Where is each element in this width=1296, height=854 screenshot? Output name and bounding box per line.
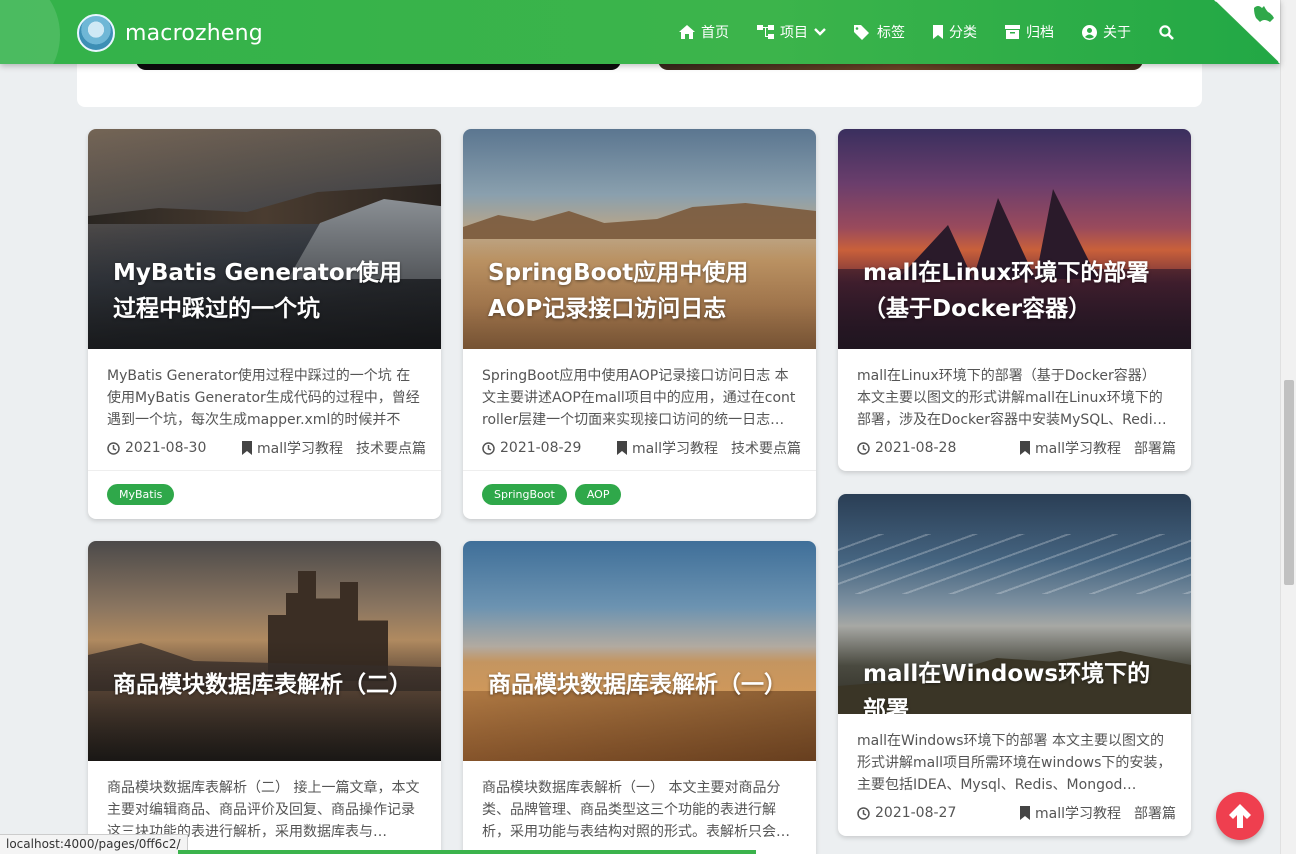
tag-chip[interactable]: SpringBoot	[482, 484, 567, 505]
article-summary: MyBatis Generator使用过程中踩过的一个坑 在使用MyBatis …	[107, 368, 420, 428]
tags-icon	[854, 24, 869, 40]
home-icon	[679, 25, 695, 39]
article-date: 2021-08-30	[125, 440, 207, 456]
nav-archives-label: 归档	[1026, 25, 1054, 41]
navbar: macrozheng 首页 项目 标签 分类 归档 关于	[0, 0, 1280, 64]
article-cover-image[interactable]: 商品模块数据库表解析（一）	[463, 541, 816, 761]
tag-chip[interactable]: MyBatis	[107, 484, 175, 505]
sitemap-icon	[757, 25, 774, 39]
nav-archives[interactable]: 归档	[991, 0, 1068, 64]
user-circle-icon	[1082, 24, 1097, 40]
clock-icon	[482, 441, 495, 455]
article-summary: mall在Linux环境下的部署（基于Docker容器） 本文主要以图文的形式讲…	[857, 368, 1167, 428]
article-tags: MyBatis	[88, 470, 441, 519]
article-category[interactable]: mall学习教程	[1035, 803, 1121, 823]
status-bar-url: localhost:4000/pages/0ff6c2/	[0, 834, 188, 854]
bookmark-icon	[242, 441, 252, 455]
chevron-down-icon	[814, 28, 826, 36]
clock-icon	[857, 806, 870, 820]
nav-about[interactable]: 关于	[1068, 0, 1145, 64]
scrollbar-thumb[interactable]	[1284, 380, 1294, 585]
page-load-progress	[178, 850, 756, 854]
article-category[interactable]: mall学习教程	[257, 438, 343, 458]
brand-name: macrozheng	[125, 20, 263, 46]
article-meta: 2021-08-28 mall学习教程 部署篇	[857, 436, 1176, 460]
article-title[interactable]: MyBatis Generator使用过程中踩过的一个坑	[113, 255, 416, 327]
article-card[interactable]: 商品模块数据库表解析（一） 商品模块数据库表解析（一） 本文主要对商品分类、品牌…	[463, 541, 816, 854]
article-cover-image[interactable]: 商品模块数据库表解析（二）	[88, 541, 441, 761]
article-card[interactable]: SpringBoot应用中使用AOP记录接口访问日志 SpringBoot应用中…	[463, 129, 816, 519]
article-title[interactable]: 商品模块数据库表解析（一）	[488, 667, 791, 703]
article-category[interactable]: mall学习教程	[1035, 438, 1121, 458]
article-subcategory[interactable]: 技术要点篇	[356, 438, 426, 458]
article-category[interactable]: mall学习教程	[632, 438, 718, 458]
article-summary: 商品模块数据库表解析（一） 本文主要对商品分类、品牌管理、商品类型这三个功能的表…	[482, 780, 790, 840]
nav-categories[interactable]: 分类	[919, 0, 991, 64]
article-subcategory[interactable]: 技术要点篇	[731, 438, 801, 458]
bookmark-icon	[617, 441, 627, 455]
article-cover-image[interactable]: MyBatis Generator使用过程中踩过的一个坑	[88, 129, 441, 349]
nav-home-label: 首页	[701, 25, 729, 41]
archive-icon	[1005, 25, 1020, 39]
nav-tags[interactable]: 标签	[840, 0, 919, 64]
article-title[interactable]: SpringBoot应用中使用AOP记录接口访问日志	[488, 255, 791, 327]
bookmark-icon	[1020, 441, 1030, 455]
article-subcategory[interactable]: 部署篇	[1134, 803, 1176, 823]
article-subcategory[interactable]: 部署篇	[1134, 438, 1176, 458]
bookmark-icon	[933, 25, 943, 39]
back-to-top-button[interactable]	[1216, 792, 1264, 840]
article-date: 2021-08-28	[875, 440, 957, 456]
tag-chip[interactable]: AOP	[574, 484, 622, 505]
nav-projects-label: 项目	[780, 25, 808, 41]
article-summary: SpringBoot应用中使用AOP记录接口访问日志 本文主要讲述AOP在mal…	[482, 368, 796, 428]
article-meta: 2021-08-30 mall学习教程 技术要点篇	[107, 436, 426, 460]
arrow-up-icon	[1229, 804, 1251, 828]
article-tags: SpringBoot AOP	[463, 470, 816, 519]
nav-tags-label: 标签	[877, 25, 905, 41]
clock-icon	[857, 441, 870, 455]
article-cover-image[interactable]: SpringBoot应用中使用AOP记录接口访问日志	[463, 129, 816, 349]
article-card[interactable]: mall在Windows环境下的部署 mall在Windows环境下的部署 本文…	[838, 494, 1191, 836]
article-meta: 2021-08-29 mall学习教程 技术要点篇	[482, 436, 801, 460]
main-nav: 首页 项目 标签 分类 归档 关于	[665, 0, 1188, 64]
article-cover-image[interactable]: mall在Windows环境下的部署	[838, 494, 1191, 714]
nav-projects[interactable]: 项目	[743, 0, 840, 64]
article-cover-image[interactable]: mall在Linux环境下的部署（基于Docker容器）	[838, 129, 1191, 349]
nav-home[interactable]: 首页	[665, 0, 743, 64]
search-button[interactable]	[1145, 0, 1188, 64]
nav-categories-label: 分类	[949, 25, 977, 41]
navbar-decoration	[0, 0, 60, 64]
article-title[interactable]: mall在Linux环境下的部署（基于Docker容器）	[863, 255, 1166, 327]
article-card[interactable]: MyBatis Generator使用过程中踩过的一个坑 MyBatis Gen…	[88, 129, 441, 519]
article-date: 2021-08-29	[500, 440, 582, 456]
clock-icon	[107, 441, 120, 455]
brand-link[interactable]: macrozheng	[77, 14, 263, 52]
page-scrollbar[interactable]	[1280, 0, 1296, 854]
article-summary: mall在Windows环境下的部署 本文主要以图文的形式讲解mall项目所需环…	[857, 733, 1172, 793]
article-card[interactable]: mall在Linux环境下的部署（基于Docker容器） mall在Linux环…	[838, 129, 1191, 471]
nav-about-label: 关于	[1103, 25, 1131, 41]
site-logo	[77, 14, 115, 52]
github-corner-icon[interactable]	[1214, 0, 1280, 64]
bookmark-icon	[1020, 806, 1030, 820]
article-meta: 2021-08-27 mall学习教程 部署篇	[857, 801, 1176, 825]
article-card[interactable]: 商品模块数据库表解析（二） 商品模块数据库表解析（二） 接上一篇文章，本文主要对…	[88, 541, 441, 854]
article-title[interactable]: 商品模块数据库表解析（二）	[113, 667, 416, 703]
article-date: 2021-08-27	[875, 805, 957, 821]
article-title[interactable]: mall在Windows环境下的部署	[863, 656, 1166, 714]
search-icon	[1159, 24, 1174, 40]
